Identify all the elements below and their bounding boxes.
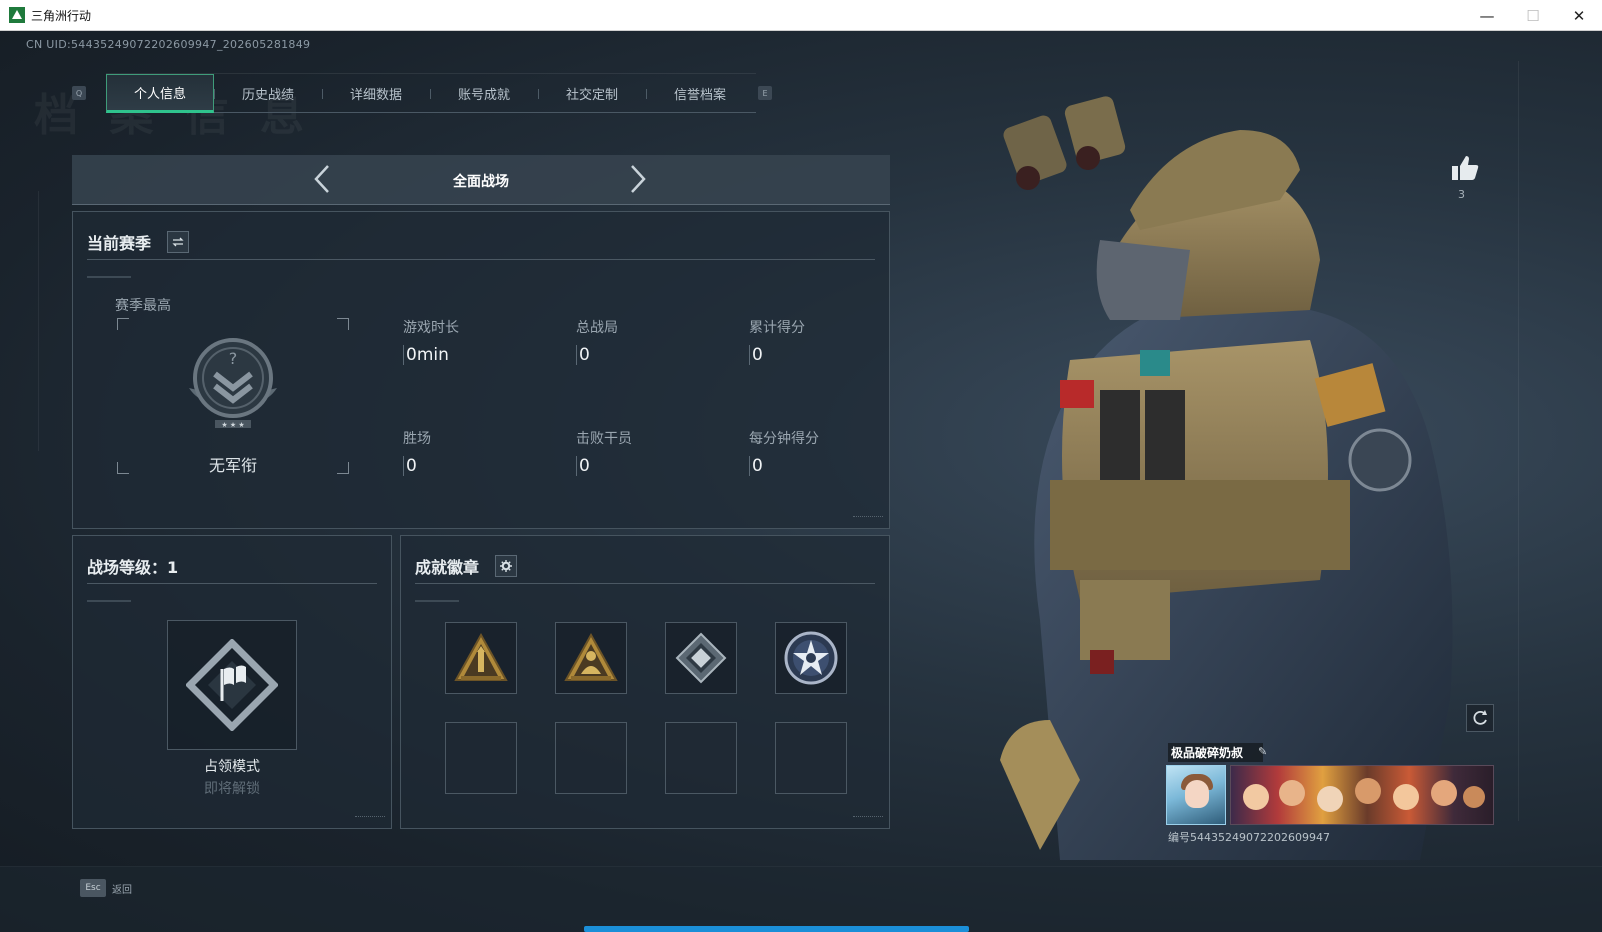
stat-label: 累计得分 [749,320,805,336]
edit-pencil-icon[interactable]: ✎ [1258,745,1267,758]
decorative-line [38,191,39,451]
back-label[interactable]: 返回 [112,881,132,896]
prev-tab-key-hint[interactable]: Q [72,86,86,100]
divider-accent [87,276,131,278]
stat-score-per-minute: 每分钟得分 0 [749,428,909,476]
stat-wins: 胜场 0 [403,428,563,476]
stat-value: 0 [576,345,736,365]
frame-corner [337,318,349,330]
triangle-soldier-badge-icon [564,632,618,681]
stat-label: 胜场 [403,431,431,447]
season-best-label: 赛季最高 [115,298,171,314]
app-logo-icon [9,7,25,23]
stat-total-score: 累计得分 0 [749,317,909,365]
diamond-crate-badge-icon [675,632,727,684]
badge-slot-empty[interactable] [775,722,847,794]
divider [87,259,875,260]
thumbs-up-icon[interactable] [1448,152,1480,184]
tabs-list: 个人信息 历史战绩 详细数据 账号成就 社交定制 信誉档案 [106,73,756,113]
tab-social-customization[interactable]: 社交定制 [538,74,646,113]
panel-corner-decoration [355,816,385,822]
star-seal-badge-icon [784,631,838,685]
badge-slot-1[interactable] [445,622,517,694]
tab-account-achievements[interactable]: 账号成就 [430,74,538,113]
tab-detailed-data[interactable]: 详细数据 [322,74,430,113]
stat-playtime: 游戏时长 0min [403,317,563,365]
panel-corner-decoration [853,516,883,522]
decorative-line [1518,61,1519,821]
avatar-face [1185,780,1209,808]
tab-history[interactable]: 历史战绩 [214,74,322,113]
minimize-button[interactable]: — [1464,0,1510,31]
season-title: 当前赛季 [87,234,152,253]
mode-title: 全面战场 [453,174,509,190]
refresh-icon[interactable] [1466,704,1494,732]
divider-accent [87,600,131,602]
divider [87,583,377,584]
badge-slot-3[interactable] [665,622,737,694]
badge-slot-empty[interactable] [445,722,517,794]
stat-value: 0 [403,456,563,476]
esc-key-hint[interactable]: Esc [80,879,106,897]
stat-label: 击败干员 [576,431,632,447]
battlefield-level-title: 战场等级：1 [87,558,179,577]
tab-bar: Q 个人信息 历史战绩 详细数据 账号成就 社交定制 信誉档案 E [70,73,786,113]
stat-value: 0min [403,345,563,365]
tab-credit-record[interactable]: 信誉档案 [646,74,754,113]
player-id: 编号5443524907220260994​7 [1168,831,1330,844]
player-uid: CN UID:5443524907220260994​7_20260528184… [26,38,311,51]
stat-label: 每分钟得分 [749,431,819,447]
stat-kills: 击败干员 0 [576,428,736,476]
tab-personal-info[interactable]: 个人信息 [106,74,214,113]
battlefield-level-panel: 战场等级：1 占领模式 即将解锁 [72,535,392,829]
badge-slot-4[interactable] [775,622,847,694]
mode-name: 占领模式 [204,759,260,775]
flag-diamond-icon [186,639,278,731]
chevron-right-icon[interactable] [628,163,648,201]
stat-value: 0 [749,456,909,476]
rank-label: 无军衔 [208,456,257,475]
player-name-card[interactable]: 极品破碎奶叔 ✎ 编号5443524907220260994​7 [1166,743,1494,849]
triangle-rocket-badge-icon [454,632,508,681]
stat-total-matches: 总战局 0 [576,317,736,365]
occupation-mode-card[interactable] [167,620,297,750]
maximize-button[interactable]: ☐ [1510,0,1556,31]
name-card-banner [1230,765,1494,825]
svg-text:★ ★ ★: ★ ★ ★ [221,421,244,429]
badge-slot-empty[interactable] [665,722,737,794]
mode-selector: 全面战场 [72,155,890,205]
swap-icon[interactable] [167,231,189,253]
panel-corner-decoration [853,816,883,822]
divider-accent [415,600,459,602]
stat-value: 0 [749,345,909,365]
frame-corner [117,318,129,330]
next-tab-key-hint[interactable]: E [758,86,772,100]
bottom-accent-bar [584,926,969,932]
stat-label: 游戏时长 [403,320,459,336]
app-window: 三角洲行动 — ☐ ✕ 档 案 信 息 CN UID:5443524907220… [0,0,1602,932]
achievements-title: 成就徽章 [415,558,480,577]
avatar[interactable] [1166,765,1226,825]
player-nickname: 极品破碎奶叔 [1168,743,1264,762]
badge-slot-empty[interactable] [555,722,627,794]
like-count: 3 [1458,188,1465,201]
gear-icon[interactable] [495,555,517,577]
mode-unlock-status: 即将解锁 [204,781,260,797]
divider [415,583,875,584]
rank-frame: ? ★ ★ ★ 无军衔 [117,318,349,475]
svg-text:?: ? [229,349,238,368]
badge-slot-2[interactable] [555,622,627,694]
title-bar: 三角洲行动 — ☐ ✕ [0,0,1602,31]
window-title: 三角洲行动 [31,8,92,23]
window-controls: — ☐ ✕ [1464,0,1602,31]
bottom-bar [0,866,1602,932]
achievement-badges-panel: 成就徽章 [400,535,890,829]
stat-label: 总战局 [576,320,618,336]
stat-value: 0 [576,456,736,476]
current-season-panel: 当前赛季 赛季最高 ? ★ ★ ★ 无军衔 游戏时长 0min 总战局 0 累计… [72,211,890,529]
rank-emblem-icon: ? ★ ★ ★ [189,338,277,429]
close-button[interactable]: ✕ [1556,0,1602,31]
